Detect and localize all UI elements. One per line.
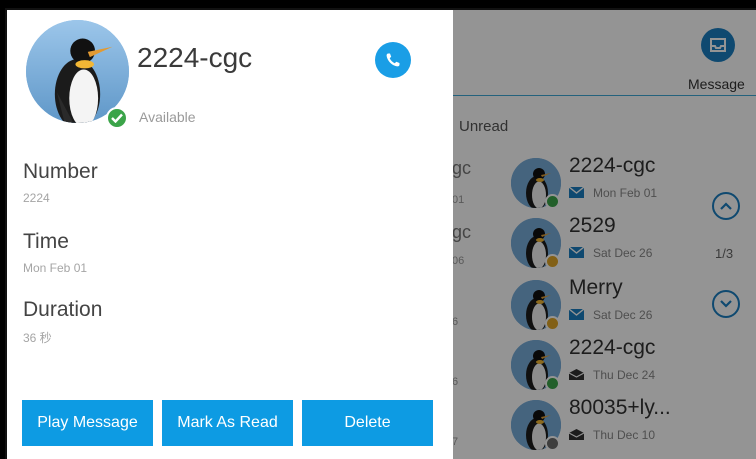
screen: Message Unread gc 01 gc 06 6 6 7 2224-cg…	[5, 8, 756, 459]
field-label-time: Time	[23, 230, 69, 253]
checkmark-icon	[111, 113, 123, 123]
contact-name: 2224-cgc	[137, 42, 253, 73]
field-value-duration: 36 秒	[23, 331, 52, 345]
delete-button[interactable]: Delete	[302, 400, 433, 446]
status-available-icon	[106, 107, 128, 129]
play-message-button[interactable]: Play Message	[22, 400, 153, 446]
field-label-number: Number	[23, 160, 98, 183]
field-value-number: 2224	[23, 191, 50, 205]
field-label-duration: Duration	[23, 298, 103, 321]
presence-status: Available	[139, 109, 196, 125]
message-detail-panel: 2224-cgc Available Number 2224 Time Mon …	[7, 10, 453, 459]
phone-icon	[386, 53, 400, 67]
call-button[interactable]	[375, 42, 411, 78]
field-value-time: Mon Feb 01	[23, 261, 88, 275]
mark-as-read-button[interactable]: Mark As Read	[162, 400, 293, 446]
